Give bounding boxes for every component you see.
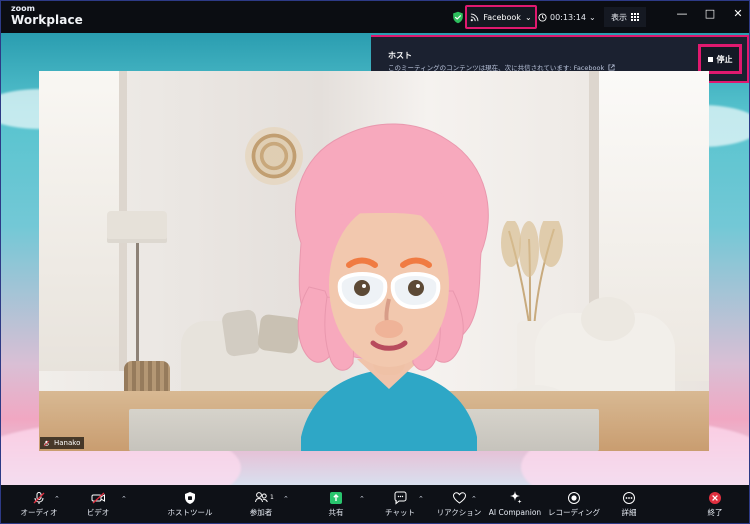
ai-companion-button[interactable]: AI Companion: [487, 490, 543, 518]
more-options-icon: [623, 491, 635, 504]
share-label: 共有: [328, 508, 344, 517]
participant-name-tag: Hanako: [40, 437, 85, 449]
participants-icon: [254, 492, 268, 503]
facebook-label: Facebook: [483, 12, 521, 22]
brand-logo: zoom Workplace: [11, 4, 83, 27]
facebook-live-pill[interactable]: Facebook ⌄: [465, 5, 537, 29]
share-options-chevron[interactable]: ⌃: [359, 495, 365, 503]
chat-button[interactable]: チャット: [385, 490, 415, 518]
host-tools-shield-icon: [185, 491, 195, 504]
title-bar: zoom Workplace Facebook ⌄ 00:13:14 ⌄ 表示 …: [1, 1, 749, 33]
maximize-button[interactable]: □: [705, 7, 715, 20]
participants-button[interactable]: 1 参加者: [244, 490, 278, 518]
timer-text: 00:13:14: [550, 12, 586, 22]
share-screen-icon: [330, 491, 342, 504]
stop-label: 停止: [716, 54, 733, 64]
reactions-options-chevron[interactable]: ⌃: [471, 495, 477, 503]
view-label: 表示: [611, 12, 627, 22]
armchair-pillow: [581, 297, 635, 341]
chat-label: チャット: [385, 508, 415, 517]
meeting-toolbar: オーディオ ⌃ ビデオ ⌃ ホストツール 1 参加者 ⌃ 共有 ⌃ チャット ⌃…: [1, 485, 749, 523]
stop-livestream-button[interactable]: 停止: [698, 44, 742, 74]
brand-big-text: Workplace: [11, 13, 83, 27]
host-tools-button[interactable]: ホストツール: [165, 490, 215, 518]
video-options-chevron[interactable]: ⌃: [121, 495, 127, 503]
audio-options-chevron[interactable]: ⌃: [54, 495, 60, 503]
minimize-button[interactable]: —: [677, 7, 688, 20]
end-meeting-button[interactable]: 終了: [703, 490, 727, 518]
rss-icon: [471, 13, 479, 21]
participants-count-badge: 1: [270, 494, 274, 501]
recording-label: レコーディング: [548, 508, 600, 517]
heart-icon: [452, 491, 466, 504]
share-button[interactable]: 共有: [321, 490, 351, 518]
video-camera-off-icon: [91, 492, 105, 503]
ai-companion-label: AI Companion: [488, 508, 542, 517]
recording-button[interactable]: レコーディング: [548, 490, 600, 518]
sparkle-icon: [510, 491, 522, 504]
more-button[interactable]: 詳細: [616, 490, 642, 518]
view-button[interactable]: 表示: [604, 7, 646, 27]
participants-label: 参加者: [249, 508, 273, 517]
window-controls: — □ ✕: [677, 7, 743, 20]
video-label: ビデオ: [86, 508, 110, 517]
chevron-down-icon: ⌄: [524, 12, 532, 22]
reactions-label: リアクション: [436, 508, 482, 517]
close-button[interactable]: ✕: [733, 7, 743, 20]
meeting-timer: 00:13:14 ⌄: [538, 9, 596, 25]
grid-icon: [631, 13, 639, 21]
external-link-icon[interactable]: [608, 63, 615, 71]
shield-check-icon: [453, 11, 463, 24]
stop-icon: [707, 56, 713, 62]
zoom-window: zoom Workplace Facebook ⌄ 00:13:14 ⌄ 表示 …: [0, 0, 750, 524]
record-icon: [568, 491, 580, 504]
muted-microphone-icon: [43, 440, 50, 446]
participant-name: Hanako: [54, 439, 81, 447]
participants-options-chevron[interactable]: ⌃: [283, 495, 289, 503]
brand-small-text: zoom: [11, 4, 35, 13]
avatar-image: [294, 123, 489, 451]
chat-options-chevron[interactable]: ⌃: [418, 495, 424, 503]
end-call-icon: [709, 491, 721, 504]
notification-title: ホスト: [388, 51, 412, 60]
more-label: 詳細: [621, 508, 637, 517]
microphone-muted-icon: [33, 491, 45, 504]
participant-video: [39, 71, 709, 451]
video-button[interactable]: ビデオ: [79, 490, 117, 518]
chat-bubble-icon: [394, 491, 406, 505]
chevron-down-icon: ⌄: [588, 12, 596, 22]
audio-label: オーディオ: [20, 508, 58, 517]
lamp-pole: [136, 243, 139, 367]
clock-icon: [538, 12, 547, 22]
end-label: 終了: [707, 508, 723, 517]
lamp-shade: [107, 211, 167, 243]
host-tools-label: ホストツール: [167, 508, 213, 517]
